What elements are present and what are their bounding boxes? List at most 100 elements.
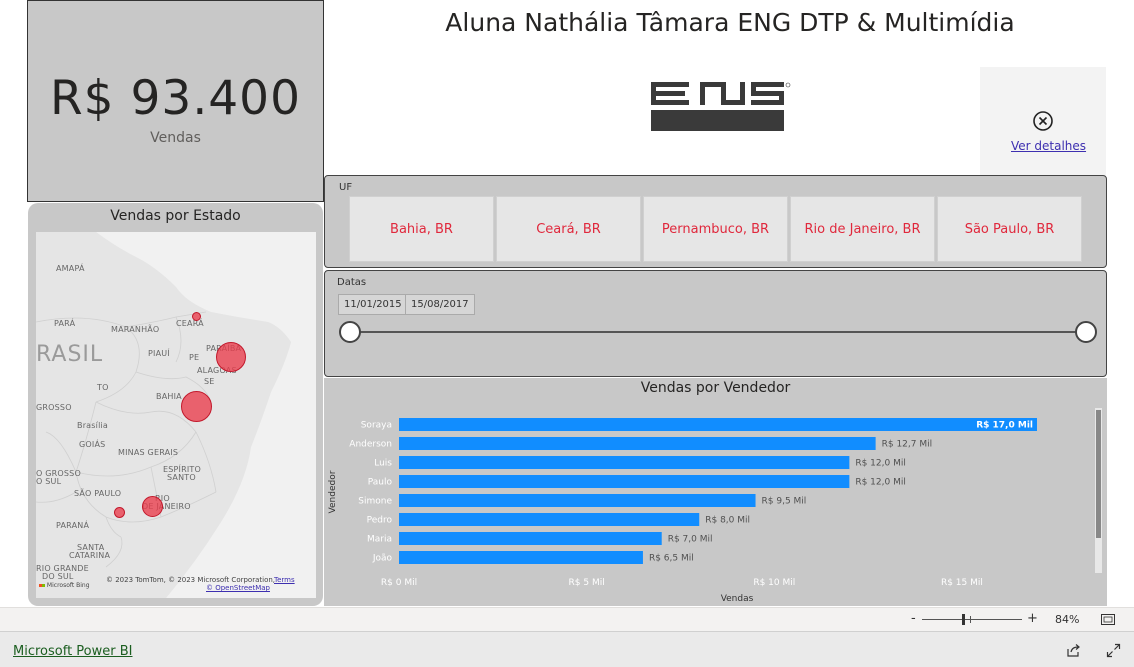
map-label: SE bbox=[204, 377, 215, 386]
map-label: MINAS GERAIS bbox=[118, 448, 179, 457]
date-start-handle[interactable] bbox=[339, 321, 361, 343]
bar[interactable] bbox=[399, 456, 850, 469]
map-label: GOIÁS bbox=[79, 440, 106, 449]
y-tick-label: Soraya bbox=[361, 421, 392, 431]
bar-chart: Vendedor Soraya R$ 17,0 Mil Anderson R$ 12,7… bbox=[328, 418, 1037, 604]
map-label: O SUL bbox=[36, 477, 62, 486]
y-tick-label: Paulo bbox=[368, 478, 393, 488]
zoom-slider-thumb[interactable] bbox=[962, 614, 965, 625]
fit-to-page-icon[interactable] bbox=[1101, 614, 1115, 625]
kpi-card[interactable]: R$ 93.400 Vendas bbox=[27, 0, 324, 202]
map-label: CATARINA bbox=[69, 551, 111, 560]
uf-tile-sao-paulo[interactable]: São Paulo, BR bbox=[937, 196, 1082, 262]
date-slicer: Datas 11/01/2015 15/08/2017 bbox=[324, 270, 1107, 377]
map-label: PARANÁ bbox=[56, 521, 90, 530]
date-slicer-title: Datas bbox=[337, 277, 367, 288]
map-label: GROSSO bbox=[36, 403, 72, 412]
data-label: R$ 8,0 Mil bbox=[705, 516, 750, 526]
map-bubble-pernambuco[interactable] bbox=[216, 342, 246, 372]
data-label: R$ 7,0 Mil bbox=[668, 535, 713, 545]
data-label: R$ 12,0 Mil bbox=[855, 478, 906, 488]
map-osm-link[interactable]: © OpenStreetMap bbox=[206, 584, 270, 592]
uf-slicer-title: UF bbox=[339, 182, 353, 193]
report-canvas: R$ 93.400 Vendas Aluna Nathália Tâmara E… bbox=[0, 0, 1134, 607]
map-bubble-sao-paulo[interactable] bbox=[114, 507, 125, 518]
map-label: TO bbox=[97, 383, 109, 392]
uf-tile-ceara[interactable]: Ceará, BR bbox=[496, 196, 641, 262]
uf-tile-bahia[interactable]: Bahia, BR bbox=[349, 196, 494, 262]
report-title: Aluna Nathália Tâmara ENG DTP & Multimíd… bbox=[445, 8, 1015, 37]
close-circle-icon[interactable] bbox=[1032, 110, 1054, 132]
y-tick-label: Pedro bbox=[367, 516, 393, 526]
y-tick-label: João bbox=[372, 554, 393, 564]
x-tick-label: R$ 15 Mil bbox=[941, 578, 983, 588]
eng-logo bbox=[651, 82, 791, 131]
power-bi-link[interactable]: Microsoft Power BI bbox=[13, 644, 132, 659]
data-label: R$ 12,0 Mil bbox=[855, 459, 906, 469]
map-card: Vendas por Estado AMAPÁ PARÁ MARANHÃO CE… bbox=[28, 203, 323, 606]
uf-tile-pernambuco[interactable]: Pernambuco, BR bbox=[643, 196, 788, 262]
chart-scrollbar-thumb[interactable] bbox=[1096, 410, 1101, 538]
map-label: PE bbox=[189, 353, 200, 362]
map-bubble-ceara[interactable] bbox=[192, 312, 201, 321]
map-label: AMAPÁ bbox=[56, 264, 85, 273]
map-credit: © 2023 TomTom, © 2023 Microsoft Corporat… bbox=[106, 576, 276, 584]
y-tick-label: Maria bbox=[367, 535, 392, 545]
fullscreen-icon[interactable] bbox=[1106, 643, 1121, 658]
kpi-label: Vendas bbox=[150, 130, 201, 146]
y-axis-title: Vendedor bbox=[328, 470, 338, 513]
y-tick-label: Anderson bbox=[349, 440, 392, 450]
map-bubble-rio-de-janeiro[interactable] bbox=[142, 496, 163, 517]
bing-logo: Microsoft Bing bbox=[39, 582, 90, 589]
share-icon[interactable] bbox=[1066, 643, 1081, 658]
map-area[interactable]: AMAPÁ PARÁ MARANHÃO CEARÁ RASIL PIAUÍ PA… bbox=[36, 232, 316, 598]
map-label: Brasília bbox=[77, 421, 109, 430]
data-label: R$ 9,5 Mil bbox=[762, 497, 807, 507]
x-tick-label: R$ 10 Mil bbox=[753, 578, 795, 588]
bar[interactable] bbox=[399, 475, 850, 488]
zoom-level: 84% bbox=[1055, 613, 1080, 626]
bar[interactable] bbox=[399, 418, 1037, 431]
date-range-track[interactable] bbox=[351, 331, 1087, 333]
map-title: Vendas por Estado bbox=[110, 208, 241, 224]
zoom-slider-track[interactable] bbox=[922, 619, 1022, 620]
map-label: SÃO PAULO bbox=[74, 489, 122, 498]
ver-detalhes-link[interactable]: Ver detalhes bbox=[1011, 139, 1086, 153]
footer: Microsoft Power BI bbox=[0, 631, 1134, 667]
bar-chart-card: Vendas por Vendedor Vendedor Soraya R$ 17,… bbox=[324, 378, 1107, 606]
uf-slicer: UF Bahia, BR Ceará, BR Pernambuco, BR Ri… bbox=[324, 175, 1107, 268]
bar[interactable] bbox=[399, 494, 756, 507]
chart-scrollbar[interactable] bbox=[1095, 408, 1102, 573]
date-end-input[interactable]: 15/08/2017 bbox=[405, 294, 475, 315]
kpi-value: R$ 93.400 bbox=[50, 71, 301, 126]
date-end-handle[interactable] bbox=[1075, 321, 1097, 343]
map-label: BAHIA bbox=[156, 392, 182, 401]
map-label: CEARÁ bbox=[176, 319, 204, 328]
data-label: R$ 12,7 Mil bbox=[882, 440, 933, 450]
zoom-out-button[interactable]: - bbox=[911, 611, 916, 626]
bar[interactable] bbox=[399, 532, 662, 545]
y-tick-label: Simone bbox=[358, 497, 392, 507]
bar[interactable] bbox=[399, 551, 643, 564]
map-label: PARÁ bbox=[54, 319, 76, 328]
map-terms-link[interactable]: Terms bbox=[274, 576, 295, 584]
uf-tile-rio-de-janeiro[interactable]: Rio de Janeiro, BR bbox=[790, 196, 935, 262]
map-bubble-bahia[interactable] bbox=[181, 391, 212, 422]
bar[interactable] bbox=[399, 513, 700, 526]
x-tick-label: R$ 5 Mil bbox=[569, 578, 605, 588]
map-label: SANTO bbox=[167, 473, 196, 482]
map-label: PIAUÍ bbox=[148, 349, 170, 358]
map-label: DO SUL bbox=[42, 572, 74, 581]
bar[interactable] bbox=[399, 437, 876, 450]
zoom-slider-tick bbox=[970, 616, 971, 623]
zoom-bar: - + 84% bbox=[0, 607, 1134, 631]
map-label: RASIL bbox=[36, 342, 104, 367]
map-label: MARANHÃO bbox=[111, 325, 160, 334]
bing-label: Microsoft Bing bbox=[46, 582, 90, 589]
y-tick-label: Luis bbox=[374, 459, 392, 469]
zoom-in-button[interactable]: + bbox=[1027, 611, 1038, 626]
data-label: R$ 6,5 Mil bbox=[649, 554, 694, 564]
uf-slicer-tiles: Bahia, BR Ceará, BR Pernambuco, BR Rio d… bbox=[349, 196, 1082, 262]
data-label: R$ 17,0 Mil bbox=[976, 421, 1033, 431]
date-start-input[interactable]: 11/01/2015 bbox=[338, 294, 408, 315]
